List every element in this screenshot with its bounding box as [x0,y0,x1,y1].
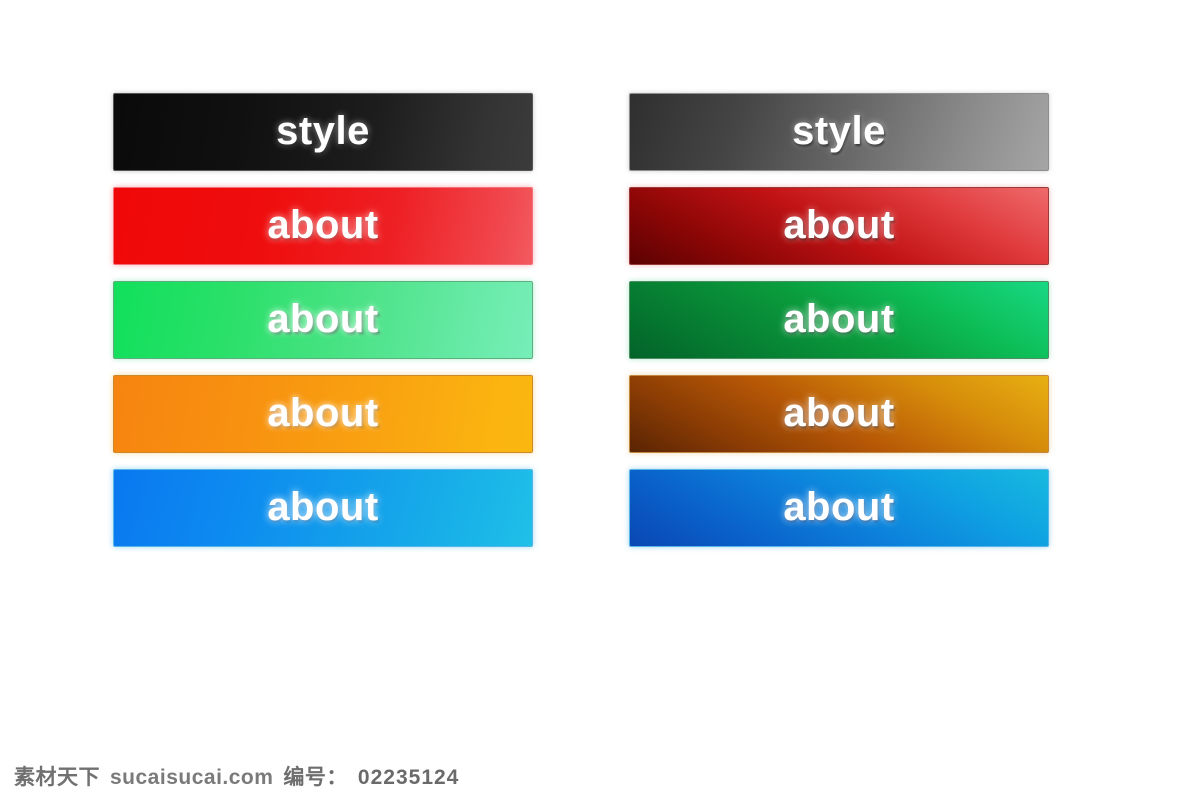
button-about-green[interactable]: about [113,281,533,359]
button-label: style [276,109,370,153]
watermark-id-label: 编号： [283,766,348,789]
button-label: about [267,203,379,247]
button-style-black[interactable]: style [113,93,533,171]
button-label: about [267,297,379,341]
button-about-orange[interactable]: about [113,375,533,453]
button-style-sheet: style about about about about style abou… [0,0,1200,800]
button-label: about [267,485,379,529]
button-label: style [792,109,886,153]
button-about-red[interactable]: about [113,187,533,265]
button-style-gray[interactable]: style [629,93,1049,171]
button-label: about [783,485,895,529]
watermark-id-value: 02235124 [357,766,460,789]
watermark-brand: 素材天下 [14,766,100,789]
shaded-gradient-button-set: style about about about about [629,93,1049,547]
button-about-deep-blue[interactable]: about [629,469,1049,547]
watermark: 素材天下 sucaisucai.com 编号： 02235124 [14,761,459,791]
button-label: about [267,391,379,435]
button-label: about [783,203,895,247]
button-about-blue[interactable]: about [113,469,533,547]
button-about-dark-green[interactable]: about [629,281,1049,359]
button-about-dark-red[interactable]: about [629,187,1049,265]
button-about-amber[interactable]: about [629,375,1049,453]
bright-gradient-button-set: style about about about about [113,93,533,547]
button-label: about [783,391,895,435]
watermark-domain: sucaisucai.com [110,766,274,789]
button-label: about [783,297,895,341]
